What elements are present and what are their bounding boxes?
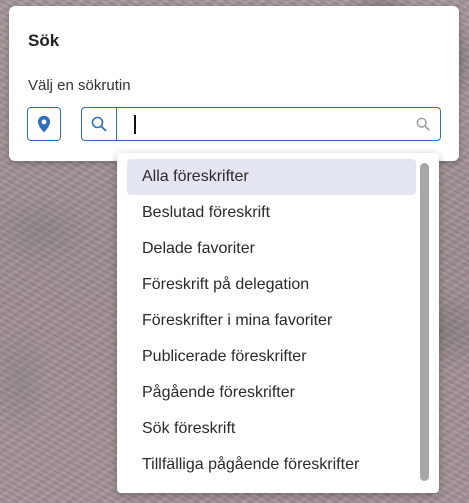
dropdown-option[interactable]: Sök föreskrift bbox=[127, 411, 416, 447]
dropdown-option[interactable]: Tillfälliga pågående föreskrifter bbox=[127, 447, 416, 483]
dropdown-option[interactable]: Delade favoriter bbox=[127, 231, 416, 267]
map-pin-icon bbox=[37, 115, 51, 133]
panel-title: Sök bbox=[28, 31, 60, 50]
scrollbar-thumb[interactable] bbox=[420, 163, 429, 481]
search-routine-button[interactable] bbox=[82, 108, 117, 140]
location-button[interactable] bbox=[27, 107, 61, 141]
search-icon bbox=[91, 116, 107, 132]
search-routine-label: Välj en sökrutin bbox=[28, 77, 131, 94]
text-caret bbox=[134, 115, 136, 134]
dropdown-option[interactable]: Publicerade föreskrifter bbox=[127, 339, 416, 375]
dropdown-option[interactable]: Alla föreskrifter bbox=[127, 159, 416, 195]
search-panel: Sök Välj en sökrutin bbox=[9, 6, 459, 161]
dropdown-option[interactable]: Föreskrifter i mina favoriter bbox=[127, 303, 416, 339]
dropdown-option[interactable]: Beslutad föreskrift bbox=[127, 195, 416, 231]
dropdown-options: Alla föreskrifter Beslutad föreskrift De… bbox=[127, 159, 416, 483]
dropdown-option[interactable]: Pågående föreskrifter bbox=[127, 375, 416, 411]
search-input[interactable] bbox=[117, 108, 413, 140]
search-field-group bbox=[81, 107, 441, 141]
dropdown-option[interactable]: Föreskrift på delegation bbox=[127, 267, 416, 303]
search-routine-dropdown: Alla föreskrifter Beslutad föreskrift De… bbox=[117, 153, 439, 493]
search-submit-button[interactable] bbox=[416, 108, 430, 140]
dropdown-scrollbar[interactable] bbox=[420, 163, 429, 481]
search-icon bbox=[416, 117, 430, 131]
